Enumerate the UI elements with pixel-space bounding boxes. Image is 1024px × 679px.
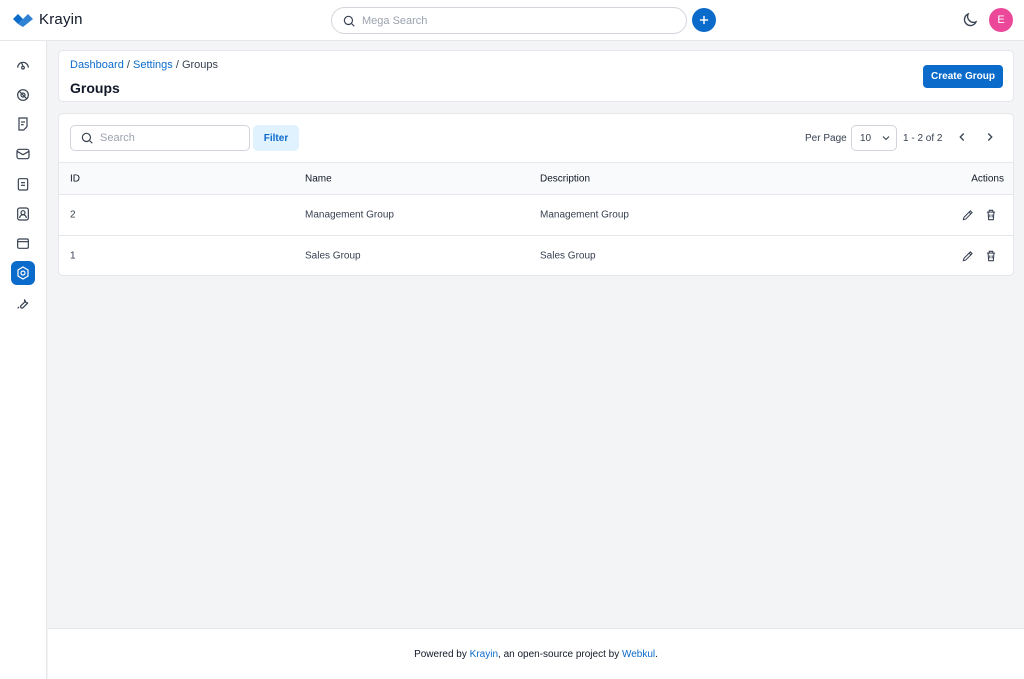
breadcrumb: Dashboard / Settings / Groups <box>70 59 218 71</box>
search-icon <box>81 132 93 144</box>
edit-icon[interactable] <box>961 208 975 222</box>
footer-middle: , an open-source project by <box>498 648 620 660</box>
dashboard-icon <box>17 61 29 70</box>
breadcrumb-separator: / <box>126 59 130 71</box>
sidebar-item-activities[interactable] <box>11 172 35 196</box>
cell-name: Sales Group <box>305 250 361 262</box>
per-page-label: Per Page <box>805 133 847 144</box>
contacts-icon <box>17 207 29 221</box>
search-input[interactable] <box>100 132 240 144</box>
pagination-info: 1 - 2 of 2 <box>903 133 943 144</box>
footer-suffix: . <box>655 648 658 660</box>
leads-icon <box>17 89 29 101</box>
breadcrumb-separator: / <box>175 59 179 71</box>
table-row: 1 Sales Group Sales Group <box>59 236 1013 275</box>
settings-icon <box>17 266 29 280</box>
sidebar-item-dashboard[interactable] <box>11 53 35 77</box>
chevron-down-icon <box>882 136 890 141</box>
app-logo[interactable]: Krayin <box>12 11 83 28</box>
row-actions <box>961 249 998 263</box>
page-title: Groups <box>70 80 120 96</box>
mega-search-input[interactable] <box>362 14 662 27</box>
create-group-button[interactable]: Create Group <box>923 65 1003 88</box>
cell-name: Management Group <box>305 209 394 221</box>
wrench-icon <box>17 299 29 309</box>
delete-icon[interactable] <box>984 208 998 222</box>
dark-mode-toggle-icon[interactable] <box>961 11 979 29</box>
delete-icon[interactable] <box>984 249 998 263</box>
sidebar-item-configuration[interactable] <box>11 291 35 315</box>
datagrid: Filter Per Page 10 1 - 2 of 2 ID Name De… <box>58 113 1014 276</box>
sidebar-item-products[interactable] <box>11 231 35 255</box>
top-navbar: Krayin E <box>0 0 1024 41</box>
sidebar-item-quotes[interactable] <box>11 112 35 136</box>
footer: Powered by Krayin, an open-source projec… <box>48 628 1024 679</box>
chevron-left-icon[interactable] <box>955 130 969 144</box>
cell-description: Sales Group <box>540 250 596 262</box>
per-page-select[interactable]: 10 <box>851 125 897 151</box>
column-header-description[interactable]: Description <box>540 173 590 184</box>
breadcrumb-dashboard[interactable]: Dashboard <box>70 59 124 71</box>
quotes-icon <box>18 117 28 131</box>
column-header-actions: Actions <box>971 173 1004 184</box>
footer-krayin-link[interactable]: Krayin <box>470 649 498 660</box>
column-header-id[interactable]: ID <box>70 173 80 184</box>
sidebar-item-settings[interactable] <box>11 261 35 285</box>
user-avatar[interactable]: E <box>989 8 1013 32</box>
page-header: Dashboard / Settings / Groups Groups Cre… <box>58 50 1014 102</box>
sidebar-item-leads[interactable] <box>11 83 35 107</box>
krayin-logo-icon <box>13 13 33 27</box>
row-actions <box>961 208 998 222</box>
edit-icon[interactable] <box>961 249 975 263</box>
sidebar-item-contacts[interactable] <box>11 202 35 226</box>
mail-icon <box>16 148 30 160</box>
footer-webkul-link[interactable]: Webkul <box>622 649 655 660</box>
filter-button[interactable]: Filter <box>253 125 299 151</box>
table-row: 2 Management Group Management Group <box>59 195 1013 236</box>
footer-prefix: Powered by <box>414 648 467 660</box>
cell-id: 1 <box>70 250 76 262</box>
activities-icon <box>17 178 29 191</box>
datagrid-search[interactable] <box>70 125 250 151</box>
products-icon <box>17 238 29 249</box>
per-page-value: 10 <box>860 132 872 144</box>
app-name: Krayin <box>39 11 83 28</box>
mega-search-bar[interactable] <box>331 7 687 34</box>
sidebar-item-mail[interactable] <box>11 142 35 166</box>
plus-icon <box>699 15 709 25</box>
sidebar <box>0 41 47 679</box>
quick-create-button[interactable] <box>692 8 716 32</box>
chevron-right-icon[interactable] <box>983 130 997 144</box>
cell-id: 2 <box>70 209 76 221</box>
breadcrumb-settings[interactable]: Settings <box>133 59 173 71</box>
search-icon <box>343 15 355 27</box>
breadcrumb-current: Groups <box>181 59 219 71</box>
cell-description: Management Group <box>540 209 629 221</box>
table-header: ID Name Description Actions <box>59 162 1013 195</box>
column-header-name[interactable]: Name <box>305 173 332 184</box>
